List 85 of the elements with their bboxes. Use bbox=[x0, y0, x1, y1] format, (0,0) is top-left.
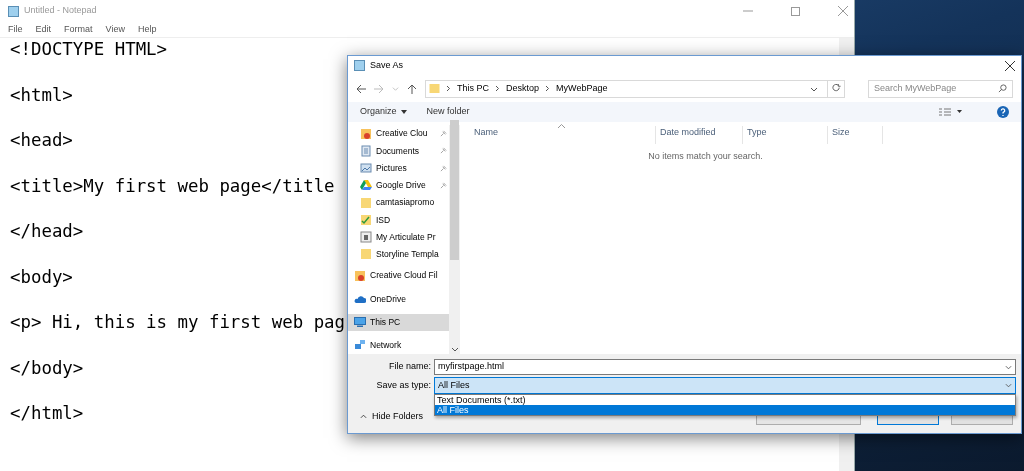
folder-icon bbox=[360, 127, 372, 140]
menu-item[interactable]: Format bbox=[64, 22, 93, 37]
code-line: <html> bbox=[10, 84, 73, 107]
chevron-down-icon bbox=[1005, 364, 1012, 370]
view-options-icon[interactable] bbox=[939, 108, 963, 116]
file-type-dropdown[interactable]: All Files bbox=[434, 377, 1016, 394]
column-header[interactable]: Size bbox=[828, 126, 883, 144]
triangle-logo-icon bbox=[360, 179, 372, 192]
folder-icon bbox=[354, 269, 366, 282]
code-line: <head> bbox=[10, 130, 73, 152]
code-line: <body> bbox=[10, 266, 73, 289]
window-title: Untitled - Notepad bbox=[24, 4, 97, 18]
back-arrow-icon[interactable] bbox=[356, 83, 366, 94]
pin-icon bbox=[440, 130, 447, 138]
menu-item[interactable]: Help bbox=[137, 22, 157, 37]
navigation-item[interactable]: Documents bbox=[348, 142, 449, 160]
network-icon bbox=[354, 339, 366, 352]
navigation-item[interactable]: Creative Clou bbox=[348, 125, 449, 143]
pin-icon bbox=[440, 147, 447, 155]
chevron-down-icon[interactable] bbox=[451, 348, 458, 352]
scrollbar-thumb[interactable] bbox=[450, 119, 459, 260]
pin-icon bbox=[440, 164, 447, 172]
document-icon bbox=[360, 144, 372, 157]
refresh-icon bbox=[831, 84, 841, 93]
new-folder-button[interactable]: New folder bbox=[426, 105, 470, 119]
code-line: </body> bbox=[10, 357, 84, 380]
file-name-field[interactable]: myfirstpage.html bbox=[434, 359, 1016, 375]
folder-icon bbox=[360, 248, 372, 261]
hide-folders-button[interactable]: Hide Folders bbox=[372, 409, 424, 423]
caret-icon bbox=[400, 110, 407, 114]
chevron-right-icon bbox=[446, 85, 451, 92]
search-icon bbox=[998, 84, 1007, 93]
notepad-icon bbox=[354, 60, 365, 71]
menu-item[interactable]: View bbox=[105, 22, 125, 37]
chevron-down-icon bbox=[1005, 383, 1012, 388]
navigation-item[interactable]: camtasiapromo bbox=[348, 194, 449, 212]
navigation-item[interactable]: Storyline Templa bbox=[348, 245, 449, 264]
breadcrumb-item[interactable]: Desktop bbox=[506, 81, 540, 96]
shortcut-icon bbox=[360, 231, 372, 244]
navigation-item[interactable]: Google Drive bbox=[348, 176, 449, 195]
navigation-item[interactable]: ISD bbox=[348, 211, 449, 229]
checked-folder-icon bbox=[360, 213, 372, 226]
organize-button[interactable]: Organize bbox=[360, 105, 407, 119]
breadcrumb-item[interactable]: This PC bbox=[457, 81, 489, 96]
pin-icon bbox=[440, 181, 447, 189]
code-line: </html> bbox=[10, 403, 84, 425]
navigation-item[interactable]: This PC bbox=[348, 313, 449, 331]
code-line: <!DOCTYPE HTML> bbox=[10, 39, 168, 61]
folder-icon bbox=[429, 83, 440, 94]
sort-caret-icon bbox=[558, 124, 565, 128]
navigation-item[interactable]: Pictures bbox=[348, 159, 449, 177]
close-icon[interactable] bbox=[1005, 60, 1015, 71]
help-icon[interactable] bbox=[997, 106, 1009, 118]
column-header[interactable]: Date modified bbox=[656, 126, 743, 144]
dropdown-option[interactable]: All Files bbox=[435, 405, 1015, 415]
chevron-right-icon bbox=[545, 85, 551, 92]
address-bar[interactable]: This PC Desktop MyWebPage bbox=[425, 79, 845, 98]
maximize-icon[interactable] bbox=[791, 6, 800, 16]
dialog-title: Save As bbox=[370, 58, 404, 72]
code-line: <title>My first web page</title bbox=[10, 175, 335, 198]
notepad-icon bbox=[8, 5, 19, 17]
menu-item[interactable]: File bbox=[8, 22, 23, 37]
folder-icon bbox=[360, 196, 372, 209]
navigation-item[interactable]: OneDrive bbox=[348, 290, 449, 308]
menu-item[interactable]: Edit bbox=[35, 22, 52, 37]
navigation-item[interactable]: Network bbox=[348, 336, 449, 354]
navigation-item[interactable]: My Articulate Pr bbox=[348, 228, 449, 246]
search-field[interactable]: Search MyWebPage bbox=[868, 79, 1013, 98]
navigation-item[interactable]: Creative Cloud Fil bbox=[348, 267, 449, 285]
field-label: Save as type: bbox=[375, 379, 432, 392]
up-arrow-icon[interactable] bbox=[407, 83, 417, 94]
computer-icon bbox=[354, 316, 366, 329]
empty-message: No items match your search. bbox=[648, 150, 763, 163]
dropdown-option[interactable]: Text Documents (*.txt) bbox=[435, 395, 1015, 405]
column-header[interactable]: Name bbox=[460, 126, 656, 144]
code-line: </head> bbox=[10, 221, 84, 243]
chevron-up-icon bbox=[360, 413, 367, 419]
chevron-right-icon bbox=[495, 85, 500, 92]
forward-arrow-icon[interactable] bbox=[374, 83, 384, 94]
breadcrumb-item[interactable]: MyWebPage bbox=[556, 81, 608, 96]
column-header[interactable]: Type bbox=[743, 126, 828, 144]
code-line: <p> Hi, this is my first web pag bbox=[10, 312, 346, 334]
field-label: File name: bbox=[387, 360, 432, 374]
refresh-button[interactable] bbox=[827, 80, 844, 97]
picture-icon bbox=[360, 162, 372, 175]
